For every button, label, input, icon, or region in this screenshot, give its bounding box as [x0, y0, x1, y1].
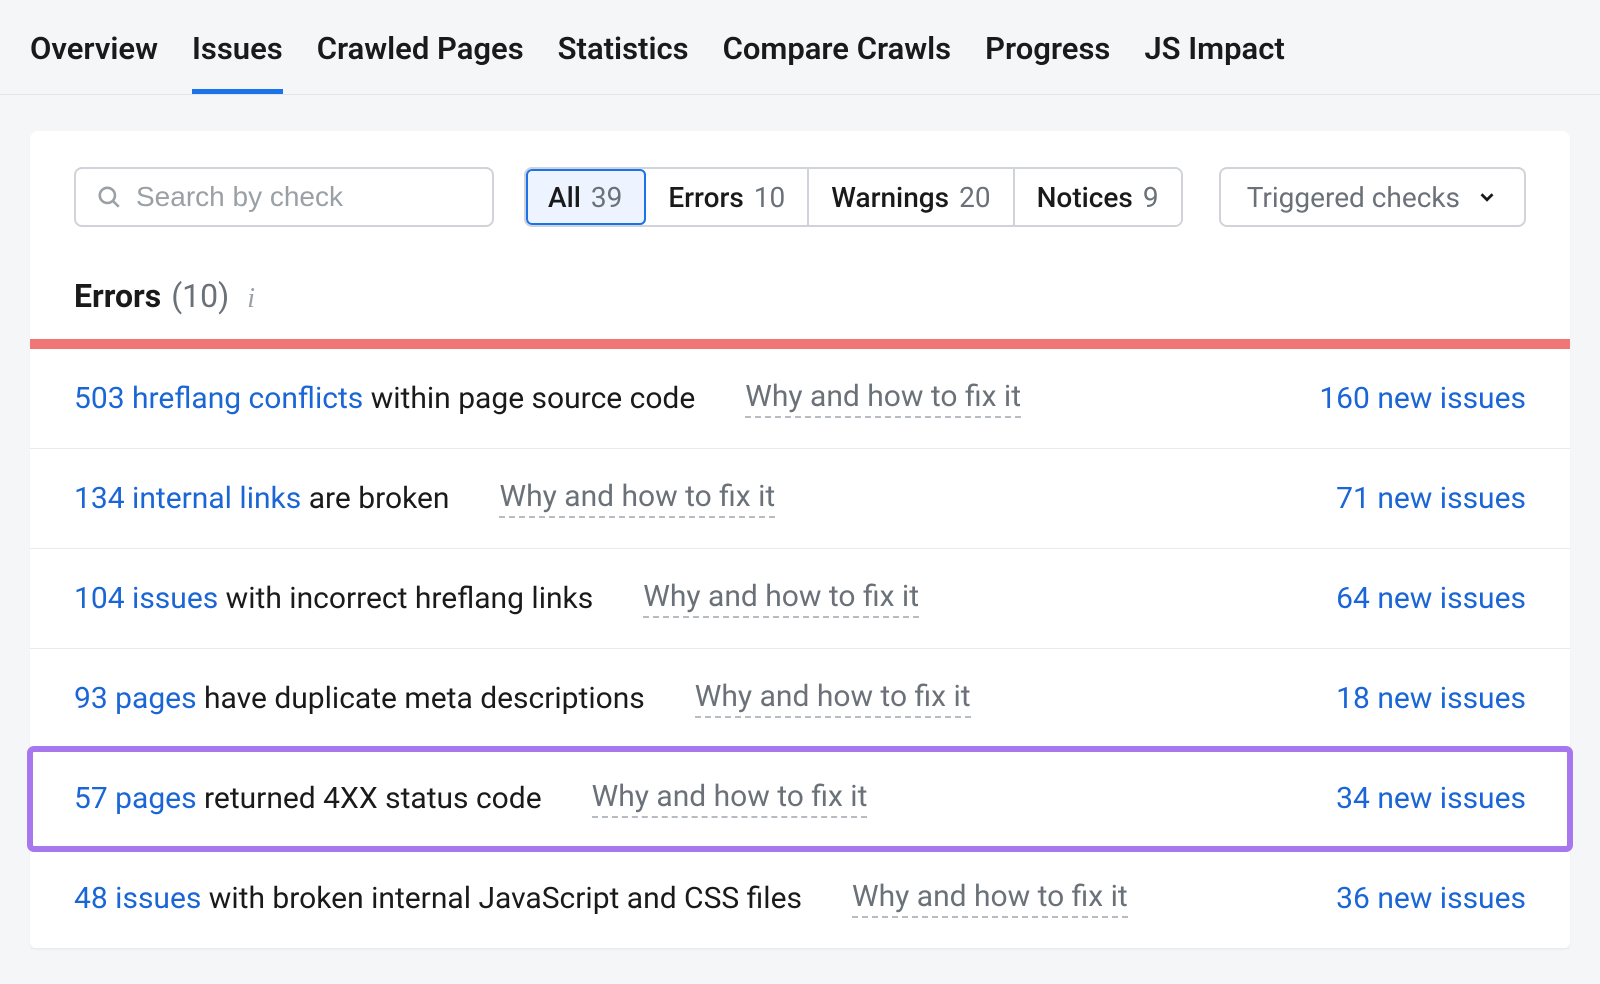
- issue-count-link[interactable]: 48 issues: [74, 881, 201, 916]
- chevron-down-icon: [1476, 186, 1498, 208]
- issue-row: 134 internal links are broken Why and how…: [30, 449, 1570, 549]
- why-and-how-link[interactable]: Why and how to fix it: [643, 579, 919, 618]
- issue-count-link[interactable]: 57 pages: [74, 781, 197, 816]
- info-icon[interactable]: i: [247, 283, 255, 315]
- tab-statistics[interactable]: Statistics: [558, 30, 689, 94]
- filter-warnings[interactable]: Warnings 20: [809, 169, 1014, 225]
- issue-count-link[interactable]: 503 hreflang conflicts: [74, 381, 363, 416]
- filter-count: 10: [754, 181, 785, 214]
- search-icon: [96, 184, 122, 210]
- triggered-checks-dropdown[interactable]: Triggered checks: [1219, 167, 1526, 227]
- why-and-how-link[interactable]: Why and how to fix it: [695, 679, 971, 718]
- tab-overview[interactable]: Overview: [30, 30, 158, 94]
- issue-description: 48 issues with broken internal JavaScrip…: [74, 881, 802, 916]
- issue-description: 93 pages have duplicate meta description…: [74, 681, 645, 716]
- new-issues-link[interactable]: 64 new issues: [1336, 581, 1526, 616]
- why-and-how-link[interactable]: Why and how to fix it: [499, 479, 775, 518]
- tab-compare-crawls[interactable]: Compare Crawls: [723, 30, 952, 94]
- why-and-how-link[interactable]: Why and how to fix it: [745, 379, 1021, 418]
- section-name: Errors: [74, 277, 161, 315]
- issue-row: 503 hreflang conflicts within page sourc…: [30, 349, 1570, 449]
- tab-progress[interactable]: Progress: [985, 30, 1110, 94]
- why-and-how-link[interactable]: Why and how to fix it: [592, 779, 868, 818]
- issue-row: 48 issues with broken internal JavaScrip…: [30, 849, 1570, 949]
- issues-list: 503 hreflang conflicts within page sourc…: [30, 349, 1570, 949]
- tab-crawled-pages[interactable]: Crawled Pages: [317, 30, 524, 94]
- issue-count-link[interactable]: 104 issues: [74, 581, 218, 616]
- new-issues-link[interactable]: 36 new issues: [1336, 881, 1526, 916]
- issues-card: All 39 Errors 10 Warnings 20 Notices 9 Triggere…: [30, 131, 1570, 949]
- filter-label: Notices: [1037, 181, 1133, 214]
- filter-errors[interactable]: Errors 10: [646, 169, 809, 225]
- filter-count: 9: [1143, 181, 1159, 214]
- issue-description: 503 hreflang conflicts within page sourc…: [74, 381, 695, 416]
- issue-description: 104 issues with incorrect hreflang links: [74, 581, 593, 616]
- filter-segments: All 39 Errors 10 Warnings 20 Notices 9: [524, 167, 1183, 227]
- issue-description: 57 pages returned 4XX status code: [74, 781, 542, 816]
- errors-severity-bar: [30, 339, 1570, 349]
- new-issues-link[interactable]: 160 new issues: [1319, 381, 1526, 416]
- tabs-bar: Overview Issues Crawled Pages Statistics Com…: [0, 0, 1600, 95]
- issue-description: 134 internal links are broken: [74, 481, 449, 516]
- filter-count: 39: [591, 181, 622, 214]
- tab-js-impact[interactable]: JS Impact: [1144, 30, 1284, 94]
- new-issues-link[interactable]: 71 new issues: [1336, 481, 1526, 516]
- issue-count-link[interactable]: 134 internal links: [74, 481, 301, 516]
- filter-count: 20: [959, 181, 990, 214]
- issue-row: 93 pages have duplicate meta description…: [30, 649, 1570, 749]
- tab-issues[interactable]: Issues: [192, 30, 283, 94]
- section-count: (10): [171, 277, 229, 315]
- errors-section-header: Errors (10) i: [30, 247, 1570, 339]
- filter-label: Errors: [668, 181, 743, 214]
- new-issues-link[interactable]: 34 new issues: [1336, 781, 1526, 816]
- search-box[interactable]: [74, 167, 494, 227]
- filter-notices[interactable]: Notices 9: [1015, 169, 1181, 225]
- search-input[interactable]: [136, 181, 472, 213]
- filter-label: Warnings: [831, 181, 949, 214]
- filter-label: All: [548, 181, 581, 214]
- why-and-how-link[interactable]: Why and how to fix it: [852, 879, 1128, 918]
- issue-count-link[interactable]: 93 pages: [74, 681, 197, 716]
- filter-all[interactable]: All 39: [526, 169, 646, 225]
- filter-row: All 39 Errors 10 Warnings 20 Notices 9 Triggere…: [30, 131, 1570, 247]
- dropdown-label: Triggered checks: [1247, 181, 1460, 214]
- issue-row: 57 pages returned 4XX status code Why and…: [30, 749, 1570, 849]
- issue-row: 104 issues with incorrect hreflang links…: [30, 549, 1570, 649]
- new-issues-link[interactable]: 18 new issues: [1336, 681, 1526, 716]
